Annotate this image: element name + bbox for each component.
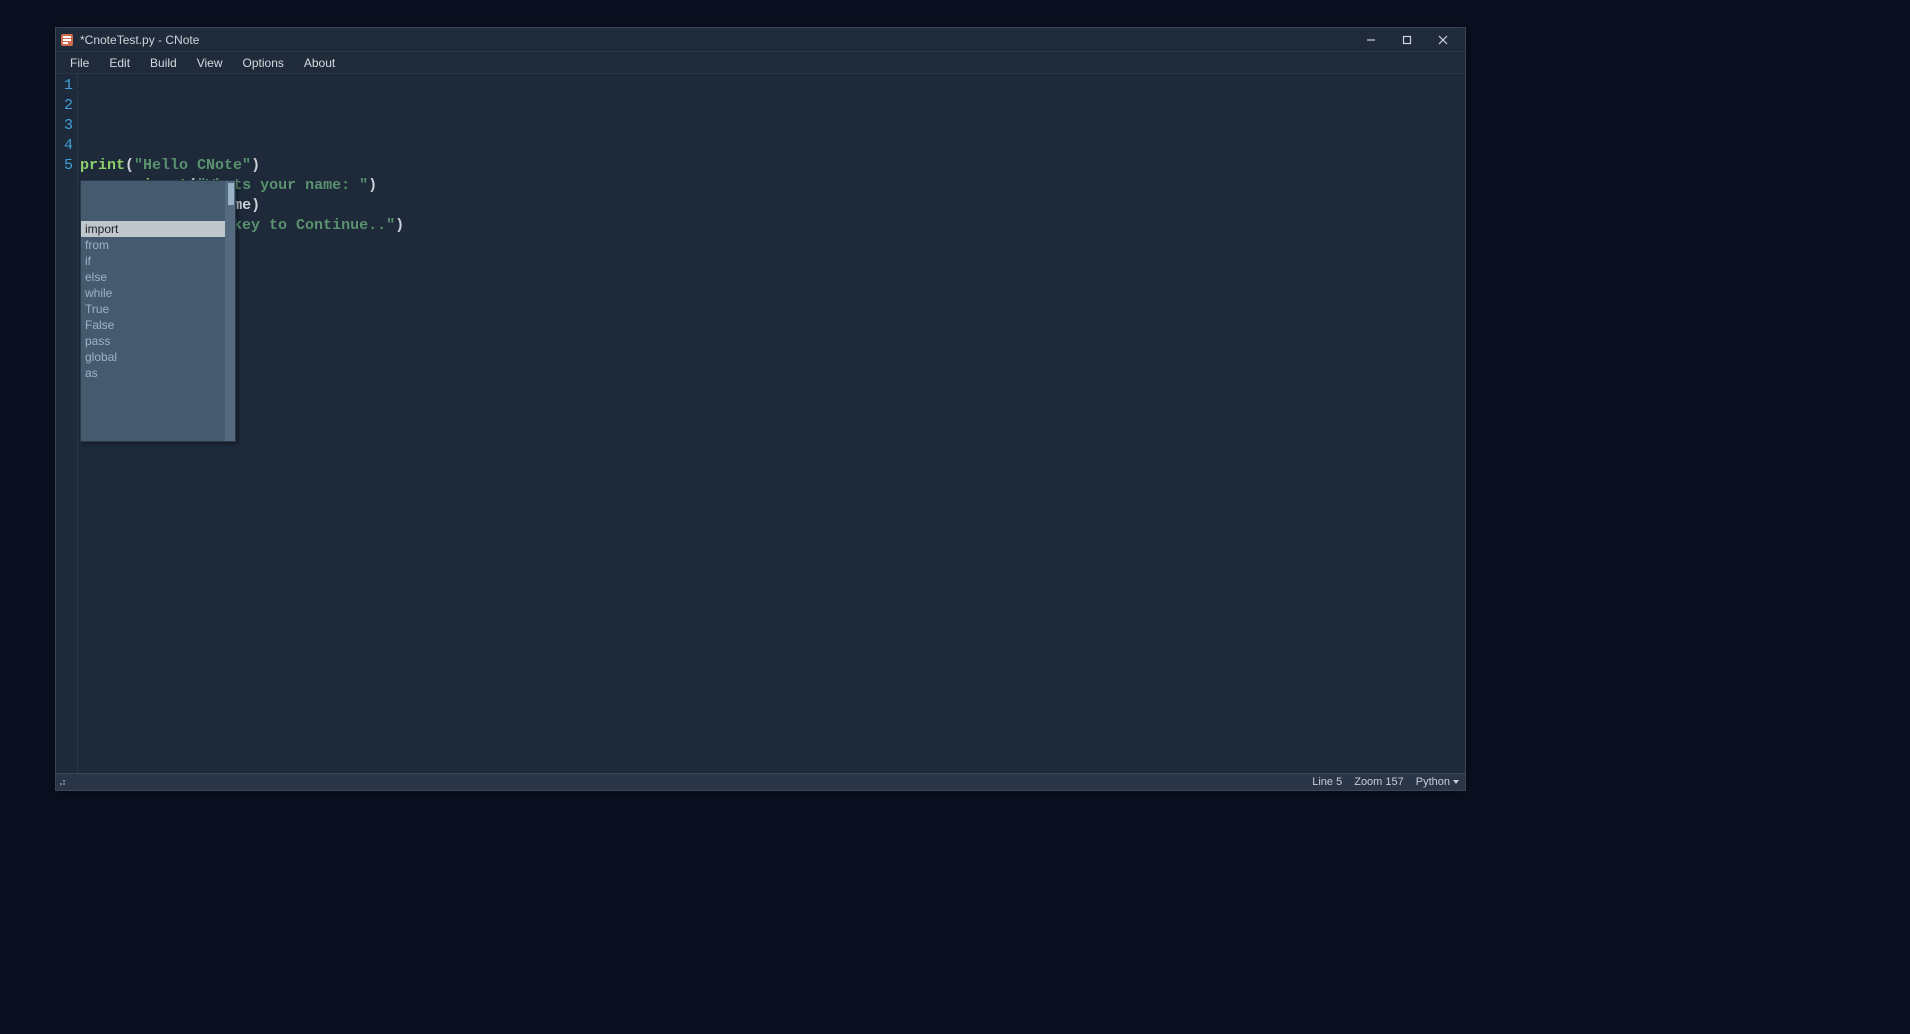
window-controls: [1353, 28, 1461, 52]
window-title: *CnoteTest.py - CNote: [80, 33, 1353, 47]
statusbar-line-info: Line 5: [1306, 776, 1348, 788]
line-number: 4: [56, 136, 77, 156]
token-punc: (: [125, 157, 134, 174]
autocomplete-item[interactable]: False: [81, 317, 235, 333]
statusbar-grip-icon: [56, 778, 70, 786]
autocomplete-item[interactable]: else: [81, 269, 235, 285]
menu-about[interactable]: About: [294, 52, 345, 73]
autocomplete-item[interactable]: pass: [81, 333, 235, 349]
statusbar-zoom-info: Zoom 157: [1348, 776, 1410, 788]
token-punc: ): [395, 217, 404, 234]
autocomplete-item[interactable]: from: [81, 237, 235, 253]
menubar: FileEditBuildViewOptionsAbout: [56, 52, 1465, 74]
titlebar: *CnoteTest.py - CNote: [56, 28, 1465, 52]
code-line[interactable]: print("Hello CNote"): [80, 156, 1465, 176]
autocomplete-item[interactable]: global: [81, 349, 235, 365]
autocomplete-scrollbar[interactable]: [225, 181, 235, 441]
line-number: 1: [56, 76, 77, 96]
menu-file[interactable]: File: [60, 52, 99, 73]
editor-area[interactable]: 12345 print("Hello CNote")name = input("…: [56, 74, 1465, 773]
app-icon: [60, 33, 74, 47]
maximize-icon: [1402, 35, 1412, 45]
autocomplete-item[interactable]: import: [81, 221, 235, 237]
line-number: 5: [56, 156, 77, 176]
menu-build[interactable]: Build: [140, 52, 187, 73]
line-number: 3: [56, 116, 77, 136]
code-line[interactable]: name = input("Whats your name: "): [80, 176, 1465, 196]
line-number: 2: [56, 96, 77, 116]
token-punc: ): [368, 177, 377, 194]
code-editor[interactable]: print("Hello CNote")name = input("Whats …: [78, 74, 1465, 773]
autocomplete-item[interactable]: as: [81, 365, 235, 381]
menu-options[interactable]: Options: [233, 52, 294, 73]
autocomplete-scrollbar-thumb[interactable]: [228, 183, 234, 205]
close-icon: [1438, 35, 1448, 45]
menu-edit[interactable]: Edit: [99, 52, 140, 73]
maximize-button[interactable]: [1389, 28, 1425, 52]
autocomplete-item[interactable]: True: [81, 301, 235, 317]
close-button[interactable]: [1425, 28, 1461, 52]
token-punc: ): [251, 157, 260, 174]
statusbar-language-selector[interactable]: Python: [1410, 776, 1465, 788]
app-window: *CnoteTest.py - CNote FileEditBuildViewO…: [55, 27, 1466, 791]
token-fn: print: [80, 157, 125, 174]
autocomplete-list[interactable]: importfromifelsewhileTrueFalsepassglobal…: [81, 221, 235, 381]
statusbar: Line 5 Zoom 157 Python: [56, 773, 1465, 790]
autocomplete-item[interactable]: if: [81, 253, 235, 269]
minimize-button[interactable]: [1353, 28, 1389, 52]
menu-view[interactable]: View: [187, 52, 233, 73]
autocomplete-popup[interactable]: importfromifelsewhileTrueFalsepassglobal…: [80, 180, 236, 442]
code-line[interactable]: [80, 236, 1465, 256]
autocomplete-item[interactable]: while: [81, 285, 235, 301]
token-str: "Hello CNote": [134, 157, 251, 174]
line-number-gutter: 12345: [56, 74, 78, 773]
minimize-icon: [1366, 35, 1376, 45]
